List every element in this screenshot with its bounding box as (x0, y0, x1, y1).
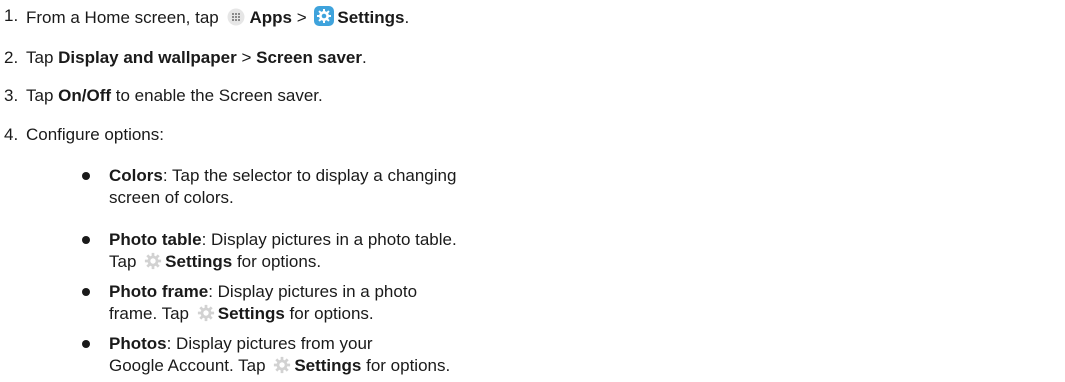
step-text: Tap (26, 48, 54, 67)
option-desc-line2-end: for options. (236, 252, 322, 271)
option-desc-line2: Google Account. Tap (109, 356, 266, 375)
period: . (404, 8, 410, 27)
step-number: 1. (4, 6, 19, 25)
step-text: Tap (26, 86, 54, 105)
step-text: From a Home screen, tap (26, 8, 219, 27)
settings-app-icon (314, 6, 335, 31)
gear-icon (197, 304, 215, 328)
screen-saver-label: Screen saver (256, 48, 362, 67)
option-desc: : Display pictures in a photo table. (201, 230, 457, 249)
bullet (82, 288, 90, 296)
option-term: Photo table (109, 230, 202, 249)
option-desc: : Tap the selector to display a changing (162, 166, 457, 185)
gear-icon (273, 356, 291, 380)
step-text: Configure options: (26, 125, 164, 144)
settings-label: Settings (217, 304, 285, 323)
option-desc-line2: screen of colors. (109, 188, 234, 207)
step-number: 4. (4, 125, 19, 144)
option-desc: : Display pictures in a photo (208, 282, 418, 301)
step-text-post: to enable the Screen saver. (115, 86, 323, 105)
on-off-label: On/Off (58, 86, 112, 105)
option-desc-line2: Tap (109, 252, 137, 271)
settings-label: Settings (165, 252, 233, 271)
option-desc-line2: frame. Tap (109, 304, 190, 323)
separator: > (241, 48, 252, 67)
apps-grid-icon (226, 8, 246, 31)
bullet (82, 340, 90, 348)
option-desc: : Display pictures from your (166, 334, 373, 353)
settings-label: Settings (337, 8, 405, 27)
bullet (82, 236, 90, 244)
option-desc-line2-end: for options. (366, 356, 451, 375)
separator: > (296, 8, 307, 27)
settings-label: Settings (294, 356, 362, 375)
gear-icon (144, 252, 162, 276)
step-number: 3. (4, 86, 19, 105)
step-number: 2. (4, 48, 19, 67)
option-term: Photo frame (109, 282, 209, 301)
option-desc-line2-end: for options. (289, 304, 374, 323)
apps-label: Apps (249, 8, 292, 27)
bullet (82, 172, 90, 180)
period: . (362, 48, 367, 67)
display-wallpaper-label: Display and wallpaper (58, 48, 237, 67)
option-term: Photos (109, 334, 167, 353)
option-term: Colors (109, 166, 163, 185)
